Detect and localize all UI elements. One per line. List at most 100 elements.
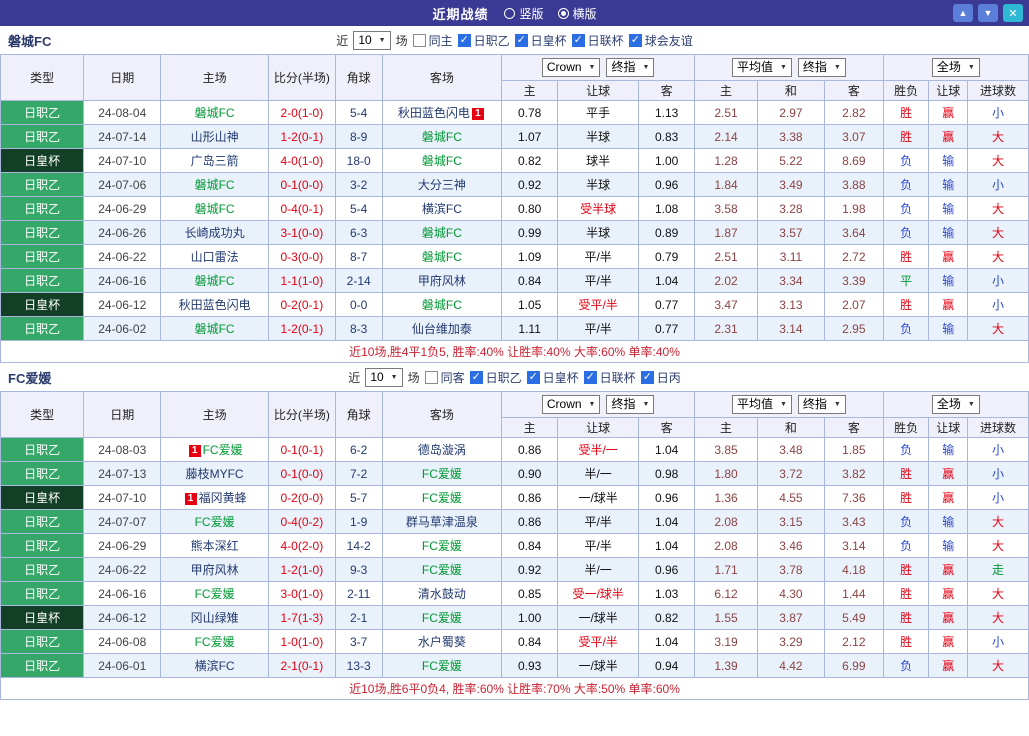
scroll-down-button[interactable]: ▼ — [978, 4, 998, 22]
average-select[interactable]: 平均值▼ — [732, 58, 792, 77]
corner-cell: 5-7 — [335, 486, 382, 510]
team-link: 横滨FC — [195, 659, 235, 673]
match-result-cell: 胜 — [883, 101, 929, 125]
handicap-result-cell: 输 — [929, 438, 968, 462]
chevron-down-icon: ▼ — [589, 64, 596, 71]
handicap-cell: 平手 — [558, 101, 639, 125]
away-team-cell: FC爱媛 — [382, 558, 502, 582]
team-link: 仙台维加泰 — [412, 322, 472, 336]
close-button[interactable]: ✕ — [1003, 4, 1023, 22]
date-cell: 24-06-26 — [84, 221, 161, 245]
date-cell: 24-06-22 — [84, 558, 161, 582]
column-subheader: 让球 — [558, 81, 639, 101]
match-count-select[interactable]: 10▼ — [365, 368, 402, 387]
odds-type-select[interactable]: 终指▼ — [606, 58, 654, 77]
layout-radio-option[interactable]: 竖版 — [504, 5, 543, 22]
league-cell: 日职乙 — [1, 510, 84, 534]
corner-cell: 8-3 — [335, 317, 382, 341]
bookmaker-select[interactable]: Crown▼ — [542, 58, 601, 77]
goals-result-cell: 大 — [967, 245, 1028, 269]
header-row: 类型日期主场比分(半场)角球客场Crown▼终指▼平均值▼终指▼全场▼ — [1, 392, 1029, 418]
league-cell: 日职乙 — [1, 630, 84, 654]
column-header: 比分(半场) — [268, 55, 335, 101]
match-result-cell: 胜 — [883, 125, 929, 149]
odds-type-select[interactable]: 终指▼ — [798, 58, 846, 77]
average-select[interactable]: 平均值▼ — [732, 395, 792, 414]
date-cell: 24-08-03 — [84, 438, 161, 462]
league-filter-checkbox[interactable]: 球会友谊 — [629, 32, 693, 49]
match-count-select[interactable]: 10▼ — [353, 31, 390, 50]
league-cell: 日皇杯 — [1, 149, 84, 173]
goals-result-cell: 小 — [967, 293, 1028, 317]
table-row: 日职乙24-07-07FC爱媛0-4(0-2)1-9群马草津温泉0.86平/半1… — [1, 510, 1029, 534]
handicap-cell: 一/球半 — [558, 606, 639, 630]
crown-away-odds-cell: 0.77 — [639, 293, 695, 317]
league-filter-checkbox[interactable]: 日皇杯 — [527, 369, 579, 386]
avg-draw-cell: 3.38 — [757, 125, 824, 149]
crown-home-odds-cell: 1.09 — [502, 245, 558, 269]
goals-result-cell: 大 — [967, 317, 1028, 341]
crown-home-odds-cell: 0.85 — [502, 582, 558, 606]
match-result-cell: 胜 — [883, 558, 929, 582]
team-link: FC爱媛 — [422, 491, 462, 505]
league-filter-checkbox[interactable]: 日皇杯 — [515, 32, 567, 49]
avg-draw-cell: 4.30 — [757, 582, 824, 606]
league-filter-checkbox[interactable]: 日职乙 — [470, 369, 522, 386]
crown-home-odds-cell: 0.92 — [502, 558, 558, 582]
scroll-up-button[interactable]: ▲ — [953, 4, 973, 22]
home-team-cell: 熊本深红 — [161, 534, 269, 558]
chevron-down-icon: ▼ — [968, 401, 975, 408]
avg-home-cell: 2.08 — [695, 534, 758, 558]
home-team-cell: 山口雷法 — [161, 245, 269, 269]
table-row: 日职乙24-08-04磐城FC2-0(1-0)5-4秋田蓝色闪电10.78平手1… — [1, 101, 1029, 125]
avg-away-cell: 1.44 — [824, 582, 883, 606]
period-select[interactable]: 全场▼ — [932, 58, 980, 77]
summary-text: 近10场,胜4平1负5, 胜率:40% 让胜率:40% 大率:60% 单率:40… — [1, 341, 1029, 363]
avg-draw-cell: 3.29 — [757, 630, 824, 654]
filter-games-label: 场 — [396, 32, 408, 49]
goals-result-cell: 大 — [967, 534, 1028, 558]
odds-type-select[interactable]: 终指▼ — [798, 395, 846, 414]
summary-row: 近10场,胜6平0负4, 胜率:60% 让胜率:70% 大率:50% 单率:60… — [1, 678, 1029, 700]
score-cell: 1-7(1-3) — [268, 606, 335, 630]
column-subheader: 胜负 — [883, 81, 929, 101]
score-cell: 0-1(0-0) — [268, 173, 335, 197]
radio-label: 竖版 — [519, 5, 543, 22]
period-select[interactable]: 全场▼ — [932, 395, 980, 414]
handicap-cell: 半球 — [558, 125, 639, 149]
table-row: 日职乙24-06-01横滨FC2-1(0-1)13-3FC爱媛0.93一/球半0… — [1, 654, 1029, 678]
checkbox-label: 日联杯 — [588, 32, 624, 49]
date-cell: 24-06-29 — [84, 197, 161, 221]
table-row: 日皇杯24-07-10广岛三箭4-0(1-0)18-0磐城FC0.82球半1.0… — [1, 149, 1029, 173]
table-row: 日职乙24-06-29熊本深红4-0(2-0)14-2FC爱媛0.84平/半1.… — [1, 534, 1029, 558]
goals-result-cell: 大 — [967, 125, 1028, 149]
table-row: 日职乙24-07-06磐城FC0-1(0-0)3-2大分三神0.92半球0.96… — [1, 173, 1029, 197]
same-venue-checkbox[interactable]: 同客 — [425, 369, 465, 386]
layout-radio-option[interactable]: 横版 — [558, 5, 597, 22]
league-filter-checkbox[interactable]: 日丙 — [641, 369, 681, 386]
handicap-cell: 半球 — [558, 173, 639, 197]
league-filter-checkbox[interactable]: 日联杯 — [584, 369, 636, 386]
home-team-cell: FC爱媛 — [161, 630, 269, 654]
league-filter-checkbox[interactable]: 日联杯 — [572, 32, 624, 49]
team-link: 磐城FC — [195, 322, 235, 336]
avg-home-cell: 1.71 — [695, 558, 758, 582]
crown-away-odds-cell: 0.96 — [639, 558, 695, 582]
odds-type-select[interactable]: 终指▼ — [606, 395, 654, 414]
radio-label: 横版 — [573, 5, 597, 22]
same-venue-checkbox[interactable]: 同主 — [413, 32, 453, 49]
handicap-cell: 平/半 — [558, 245, 639, 269]
avg-away-cell: 6.99 — [824, 654, 883, 678]
corner-cell: 2-1 — [335, 606, 382, 630]
league-cell: 日职乙 — [1, 654, 84, 678]
bookmaker-select[interactable]: Crown▼ — [542, 395, 601, 414]
score-cell: 0-4(0-1) — [268, 197, 335, 221]
home-team-cell: FC爱媛 — [161, 510, 269, 534]
avg-home-cell: 1.36 — [695, 486, 758, 510]
crown-home-odds-cell: 0.92 — [502, 173, 558, 197]
away-team-cell: 磐城FC — [382, 125, 502, 149]
league-filter-checkbox[interactable]: 日职乙 — [458, 32, 510, 49]
column-subheader: 主 — [502, 418, 558, 438]
corner-cell: 1-9 — [335, 510, 382, 534]
avg-home-cell: 1.80 — [695, 462, 758, 486]
